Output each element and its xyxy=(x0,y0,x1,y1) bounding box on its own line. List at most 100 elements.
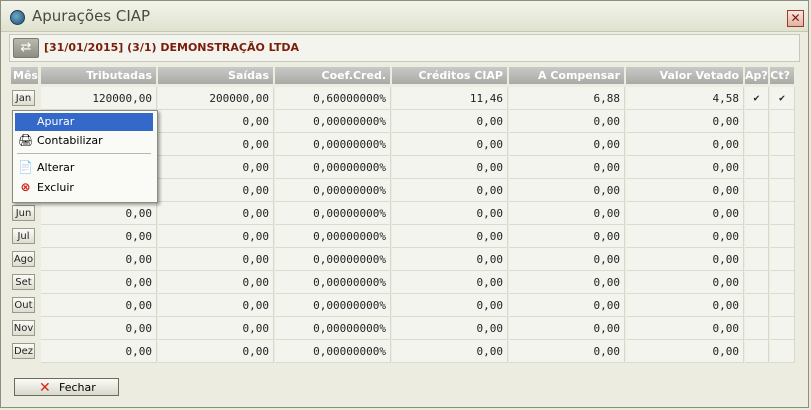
table-cell: 0,00 xyxy=(392,133,508,156)
table-cell: 0,00 xyxy=(41,271,157,294)
ciap-window: Apurações CIAP ✕ ⇄ [31/01/2015] (3/1) DE… xyxy=(0,0,809,408)
delete-icon: ⊗ xyxy=(20,180,31,194)
table-cell: 0,00 xyxy=(626,179,744,202)
status-check-cell xyxy=(770,179,795,202)
menu-item-excluir[interactable]: ⊗ Excluir xyxy=(15,179,153,197)
table-cell: 0,00000000% xyxy=(275,317,391,340)
close-x-icon: ✕ xyxy=(39,380,51,396)
column-header[interactable]: Saídas xyxy=(158,67,274,84)
table-cell: 0,00 xyxy=(158,202,274,225)
column-header[interactable]: Ap? xyxy=(745,67,769,84)
table-cell: 120000,00 xyxy=(41,87,157,110)
column-header[interactable]: Créditos CIAP xyxy=(392,67,508,84)
table-cell: 0,00000000% xyxy=(275,340,391,363)
company-header: ⇄ [31/01/2015] (3/1) DEMONSTRAÇÃO LTDA xyxy=(9,34,800,62)
table-row[interactable]: Dez 0,00 0,00 0,00000000% 0,00 0,00 0,00 xyxy=(11,340,801,363)
status-check-cell xyxy=(770,294,795,317)
table-row[interactable]: Nov 0,00 0,00 0,00000000% 0,00 0,00 0,00 xyxy=(11,317,801,340)
status-check-cell xyxy=(745,133,769,156)
table-cell: 0,00 xyxy=(392,179,508,202)
table-row[interactable]: Out 0,00 0,00 0,00000000% 0,00 0,00 0,00 xyxy=(11,294,801,317)
fechar-button[interactable]: ✕ Fechar xyxy=(14,378,119,396)
column-header[interactable]: Tributadas xyxy=(41,67,157,84)
status-check-cell xyxy=(770,271,795,294)
app-icon xyxy=(10,10,25,25)
column-header[interactable]: Ct? xyxy=(770,67,795,84)
swap-arrows-icon[interactable]: ⇄ xyxy=(13,38,39,58)
menu-item-contabilizar[interactable]: 🖨 Contabilizar xyxy=(15,132,153,150)
column-header[interactable]: A Compensar xyxy=(509,67,625,84)
table-cell: 0,00 xyxy=(392,110,508,133)
status-check-cell xyxy=(770,225,795,248)
table-cell: 0,00 xyxy=(626,294,744,317)
table-row[interactable]: Jun 0,00 0,00 0,00000000% 0,00 0,00 0,00 xyxy=(11,202,801,225)
month-button[interactable]: Set xyxy=(12,274,35,290)
table-row[interactable]: Jul 0,00 0,00 0,00000000% 0,00 0,00 0,00 xyxy=(11,225,801,248)
status-check-cell xyxy=(745,248,769,271)
month-button[interactable]: Out xyxy=(12,297,35,313)
table-cell: 0,00 xyxy=(509,133,625,156)
document-icon: 📄 xyxy=(18,160,33,174)
status-check-cell: ✔ xyxy=(770,87,795,110)
company-label: [31/01/2015] (3/1) DEMONSTRAÇÃO LTDA xyxy=(44,41,300,54)
month-button[interactable]: Jun xyxy=(12,205,35,221)
table-cell: 0,00 xyxy=(41,225,157,248)
table-cell: 0,00 xyxy=(509,294,625,317)
window-title: Apurações CIAP xyxy=(32,7,151,25)
table-cell: 0,00 xyxy=(626,340,744,363)
column-header[interactable]: Mês xyxy=(11,67,39,84)
table-cell: 0,00 xyxy=(158,271,274,294)
close-window-button[interactable]: ✕ xyxy=(787,10,804,27)
title-bar: Apurações CIAP ✕ xyxy=(1,1,808,32)
table-cell: 0,00 xyxy=(626,110,744,133)
table-cell: 11,46 xyxy=(392,87,508,110)
context-menu: Apurar 🖨 Contabilizar 📄 Alterar ⊗ Exclui… xyxy=(12,110,158,203)
column-header[interactable]: Valor Vetado xyxy=(626,67,744,84)
table-cell: 0,00 xyxy=(509,225,625,248)
table-cell: 0,00 xyxy=(509,110,625,133)
table-row[interactable]: Ago 0,00 0,00 0,00000000% 0,00 0,00 0,00 xyxy=(11,248,801,271)
table-cell: 0,00 xyxy=(509,248,625,271)
month-button[interactable]: Dez xyxy=(12,343,35,359)
month-button[interactable]: Ago xyxy=(12,251,35,267)
month-button[interactable]: Jan xyxy=(12,90,35,106)
status-check-cell xyxy=(745,156,769,179)
table-cell: 0,00 xyxy=(158,156,274,179)
table-cell: 0,00000000% xyxy=(275,156,391,179)
table-cell: 0,00 xyxy=(509,202,625,225)
menu-item-label: Alterar xyxy=(37,161,75,174)
fechar-label: Fechar xyxy=(59,381,96,394)
table-cell: 0,00 xyxy=(626,156,744,179)
table-cell: 0,00000000% xyxy=(275,133,391,156)
table-cell: 0,00 xyxy=(392,202,508,225)
menu-item-label: Contabilizar xyxy=(37,134,103,147)
status-check-cell: ✔ xyxy=(745,87,769,110)
table-cell: 0,00 xyxy=(626,202,744,225)
status-check-cell xyxy=(745,294,769,317)
menu-item-alterar[interactable]: 📄 Alterar xyxy=(15,159,153,177)
table-cell: 0,00000000% xyxy=(275,110,391,133)
table-cell: 4,58 xyxy=(626,87,744,110)
status-check-cell xyxy=(770,156,795,179)
table-cell: 0,00 xyxy=(626,317,744,340)
month-button[interactable]: Nov xyxy=(12,320,35,336)
table-cell: 0,00 xyxy=(392,317,508,340)
table-cell: 0,00000000% xyxy=(275,225,391,248)
table-cell: 0,00 xyxy=(41,340,157,363)
table-row[interactable]: Set 0,00 0,00 0,00000000% 0,00 0,00 0,00 xyxy=(11,271,801,294)
table-cell: 0,00 xyxy=(509,271,625,294)
month-button[interactable]: Jul xyxy=(12,228,35,244)
column-header[interactable]: Coef.Cred. xyxy=(275,67,391,84)
table-cell: 0,00 xyxy=(158,179,274,202)
status-check-cell xyxy=(770,110,795,133)
table-cell: 0,00 xyxy=(392,271,508,294)
table-cell: 0,00 xyxy=(158,294,274,317)
menu-item-apurar[interactable]: Apurar xyxy=(15,113,153,131)
table-cell: 0,00 xyxy=(158,248,274,271)
table-cell: 0,00 xyxy=(509,179,625,202)
menu-separator xyxy=(17,153,151,154)
table-row[interactable]: Jan 120000,00 200000,00 0,60000000% 11,46 6,8… xyxy=(11,87,801,110)
status-check-cell xyxy=(745,340,769,363)
table-cell: 0,00000000% xyxy=(275,294,391,317)
table-cell: 0,00 xyxy=(392,248,508,271)
